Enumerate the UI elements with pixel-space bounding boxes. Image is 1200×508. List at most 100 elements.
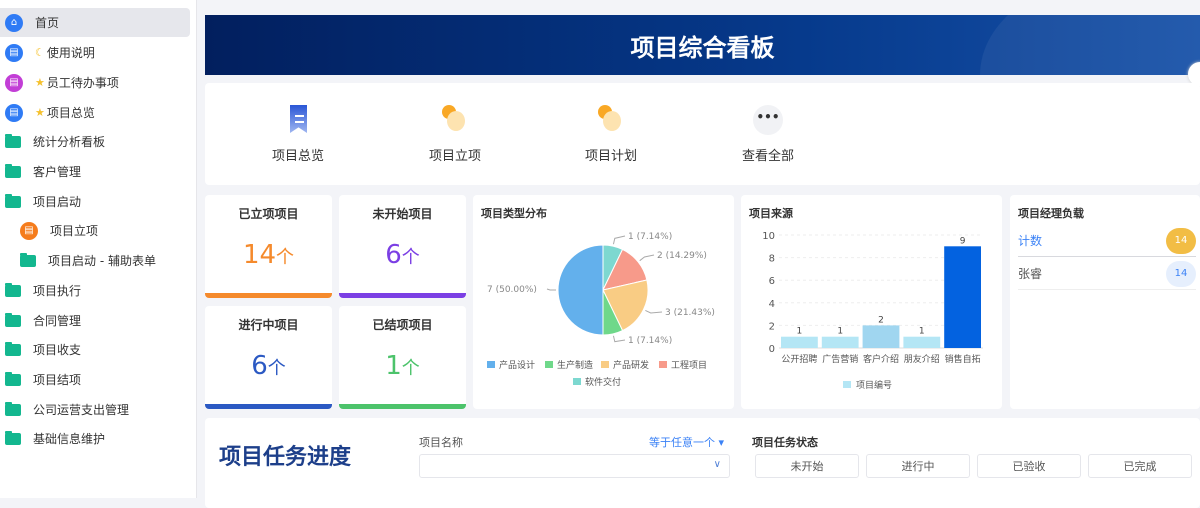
- sidebar-item-label: 使用说明: [46, 46, 95, 60]
- sidebar-item[interactable]: 项目启动 - 辅助表单: [0, 246, 190, 275]
- stat-unit: 个: [276, 247, 295, 268]
- shortcut-panel: [205, 83, 1200, 185]
- manager-load-card: 项目经理负载 计数 14 张睿 14: [1010, 195, 1200, 409]
- stat-unit: 个: [267, 358, 286, 379]
- approval-icon: [440, 105, 470, 135]
- label-line: [612, 235, 626, 245]
- project-name-select[interactable]: ∨: [419, 454, 730, 478]
- sidebar: ⌂ 首页 ▤ ☾ 使用说明 ▤ ★ 员工待办事项 ▤ ★ 项目总览 统计分析看板 客户管理 项目启动 ▤ 项目…: [0, 0, 197, 498]
- more-icon: •••: [753, 105, 783, 135]
- document-icon: ▤: [20, 221, 38, 240]
- pie-slice: [557, 244, 604, 336]
- stat-value: 6个: [339, 240, 466, 270]
- data-label: 3 (21.43%): [665, 308, 715, 318]
- sidebar-item[interactable]: 公司运营支出管理: [0, 395, 190, 424]
- field-label: 项目名称: [419, 436, 463, 449]
- stat-unit: 个: [401, 247, 420, 268]
- project-type-card: 项目类型分布 1 (7.14%) 2 (14.29%) 3 (21.43%) 1 (7…: [473, 195, 734, 409]
- stat-unit: 个: [401, 358, 420, 379]
- status-not-started-button[interactable]: 未开始: [755, 454, 859, 478]
- sidebar-item[interactable]: ▤ ★ 项目总览: [0, 98, 190, 127]
- stat-card[interactable]: 已结项项目 1个: [339, 306, 466, 409]
- x-tick-label: 公开招聘: [781, 353, 817, 365]
- sidebar-item-label: 项目执行: [33, 284, 82, 298]
- y-tick-label: 6: [769, 276, 775, 287]
- sidebar-item-label: 项目总览: [46, 106, 95, 120]
- stat-title: 已立项项目: [238, 207, 299, 221]
- page-title: 项目综合看板: [630, 33, 775, 62]
- y-tick-label: 8: [769, 254, 775, 265]
- sidebar-item-label: 公司运营支出管理: [33, 403, 130, 417]
- sidebar-item-label: 项目启动: [33, 195, 82, 209]
- status-accepted-button[interactable]: 已验收: [977, 454, 1081, 478]
- data-label: 1 (7.14%): [628, 336, 672, 346]
- folder-icon: [20, 252, 36, 267]
- stat-bar: [205, 293, 332, 298]
- sidebar-item[interactable]: ▤ ☾ 使用说明: [0, 38, 190, 67]
- sidebar-item[interactable]: 项目启动: [0, 187, 190, 216]
- label-line: [546, 288, 556, 291]
- sidebar-item[interactable]: ▤ 项目立项: [0, 216, 190, 245]
- folder-icon: [5, 312, 21, 327]
- stat-bar: [339, 404, 466, 409]
- legend-label: 产品研发: [613, 359, 649, 371]
- stat-card[interactable]: 已立项项目 14个: [205, 195, 332, 298]
- folder-icon: [5, 282, 21, 297]
- banner: 项目综合看板: [205, 15, 1200, 75]
- caret-down-icon: ▾: [718, 436, 725, 449]
- shortcut-project-overview[interactable]: 项目总览: [258, 105, 338, 164]
- sidebar-item[interactable]: 统计分析看板: [0, 127, 190, 156]
- label-line: [639, 254, 655, 262]
- sidebar-item[interactable]: 基础信息维护: [0, 424, 190, 453]
- folder-icon: [5, 341, 21, 356]
- sidebar-item-label: 合同管理: [33, 314, 82, 328]
- stat-bar: [205, 404, 332, 409]
- shortcut-project-plan[interactable]: 项目计划: [571, 105, 651, 164]
- stat-title: 已结项项目: [372, 318, 433, 332]
- sidebar-item[interactable]: ⌂ 首页: [0, 8, 190, 37]
- shortcut-project-approval[interactable]: 项目立项: [415, 105, 495, 164]
- status-completed-button[interactable]: 已完成: [1088, 454, 1192, 478]
- sidebar-item[interactable]: 合同管理: [0, 306, 190, 335]
- legend-swatch: [843, 381, 851, 388]
- data-label: 2 (14.29%): [657, 251, 707, 261]
- status-in-progress-button[interactable]: 进行中: [866, 454, 970, 478]
- stat-number: 6: [251, 351, 268, 381]
- stat-number: 14: [242, 240, 277, 270]
- stat-card[interactable]: 未开始项目 6个: [339, 195, 466, 298]
- sidebar-item-label: 项目收支: [33, 343, 82, 357]
- star-icon: ★: [35, 76, 45, 89]
- legend-label: 生产制造: [557, 359, 593, 371]
- sidebar-item[interactable]: 客户管理: [0, 157, 190, 186]
- y-tick-label: 4: [769, 299, 775, 310]
- home-icon: ⌂: [5, 13, 23, 32]
- folder-icon: [5, 163, 21, 178]
- filter-dropdown[interactable]: 等于任意一个 ▾: [649, 434, 724, 450]
- section-title: 项目任务进度: [219, 445, 352, 470]
- row-name: 张睿: [1018, 267, 1043, 281]
- count-badge: 14: [1166, 260, 1196, 287]
- bar: [944, 246, 981, 348]
- sidebar-item-label: 项目立项: [50, 224, 99, 238]
- data-label: 1 (7.14%): [628, 232, 672, 242]
- sidebar-item[interactable]: ▤ ★ 员工待办事项: [0, 68, 190, 97]
- clock-icon: [596, 105, 626, 135]
- stat-card[interactable]: 进行中项目 6个: [205, 306, 332, 409]
- bar-value-label: 1: [919, 327, 925, 337]
- label-line: [645, 309, 663, 314]
- folder-icon: [5, 401, 21, 416]
- bookmark-icon: [283, 105, 313, 135]
- sidebar-item[interactable]: 项目执行: [0, 276, 190, 305]
- sidebar-item[interactable]: 项目收支: [0, 335, 190, 364]
- sidebar-item[interactable]: 项目结项: [0, 365, 190, 394]
- legend-swatch: [487, 361, 495, 368]
- manager-row[interactable]: 计数 14: [1018, 225, 1196, 257]
- y-tick-label: 0: [769, 344, 775, 355]
- document-icon: ▤: [5, 43, 23, 62]
- shortcut-view-all[interactable]: ••• 查看全部: [728, 105, 808, 164]
- monitor-icon: ▤: [5, 73, 23, 92]
- sidebar-item-label: 首页: [35, 16, 60, 30]
- sidebar-item-label: 统计分析看板: [33, 135, 106, 149]
- x-tick-label: 销售自拓: [945, 353, 981, 365]
- manager-row[interactable]: 张睿 14: [1018, 258, 1196, 290]
